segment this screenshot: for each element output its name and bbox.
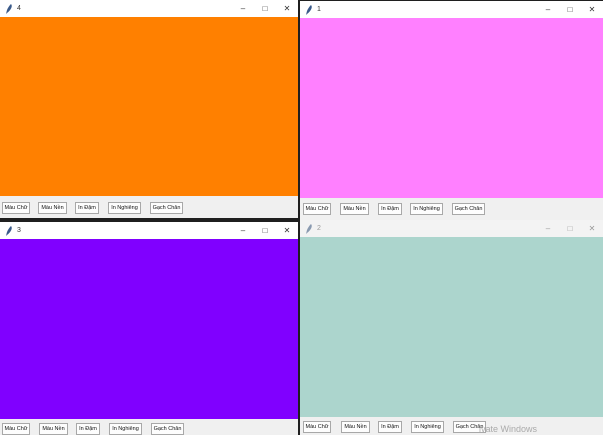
title-bar[interactable]: 4 – □ ✕ bbox=[0, 0, 298, 17]
text-color-button[interactable]: Màu Chữ bbox=[2, 423, 30, 435]
text-color-button[interactable]: Màu Chữ bbox=[303, 203, 331, 215]
minimize-button[interactable]: – bbox=[232, 0, 254, 17]
toolbar: Màu Chữ Màu Nền In Đậm In Nghiêng Gạch C… bbox=[0, 419, 298, 435]
feather-icon bbox=[306, 4, 312, 15]
close-button[interactable]: ✕ bbox=[276, 222, 298, 239]
underline-button[interactable]: Gạch Chân bbox=[150, 202, 183, 214]
minimize-icon: – bbox=[545, 5, 551, 14]
close-icon: ✕ bbox=[283, 226, 291, 235]
feather-icon bbox=[6, 225, 12, 236]
italic-button[interactable]: In Nghiêng bbox=[109, 423, 142, 435]
color-canvas bbox=[300, 18, 603, 198]
maximize-button[interactable]: □ bbox=[559, 220, 581, 237]
toolbar: Màu Chữ Màu Nền In Đậm In Nghiêng Gạch C… bbox=[0, 196, 298, 218]
close-icon: ✕ bbox=[283, 4, 291, 13]
underline-button[interactable]: Gạch Chân bbox=[452, 203, 485, 215]
maximize-button[interactable]: □ bbox=[254, 222, 276, 239]
bg-color-button[interactable]: Màu Nền bbox=[39, 423, 68, 435]
maximize-icon: □ bbox=[567, 5, 573, 14]
color-canvas bbox=[300, 237, 603, 417]
italic-button[interactable]: In Nghiêng bbox=[108, 202, 141, 214]
toolbar: Màu Chữ Màu Nền In Đậm In Nghiêng Gạch C… bbox=[300, 417, 603, 435]
minimize-button[interactable]: – bbox=[537, 220, 559, 237]
feather-icon bbox=[6, 3, 12, 14]
text-color-button[interactable]: Màu Chữ bbox=[2, 202, 30, 214]
color-canvas bbox=[0, 17, 298, 196]
bg-color-button[interactable]: Màu Nền bbox=[341, 421, 370, 433]
window-title: 4 bbox=[17, 5, 21, 12]
italic-button[interactable]: In Nghiêng bbox=[410, 203, 443, 215]
maximize-icon: □ bbox=[262, 226, 268, 235]
title-bar[interactable]: 3 – □ ✕ bbox=[0, 222, 298, 239]
window-2: 2 – □ ✕ Màu Chữ Màu Nền In Đậm In Nghiên… bbox=[300, 220, 603, 435]
close-button[interactable]: ✕ bbox=[581, 1, 603, 18]
window-4: 4 – □ ✕ Màu Chữ Màu Nền In Đậm In Nghiên… bbox=[0, 0, 298, 218]
bold-button[interactable]: In Đậm bbox=[76, 423, 100, 435]
maximize-icon: □ bbox=[262, 4, 268, 13]
window-title: 1 bbox=[317, 6, 321, 13]
title-bar[interactable]: 1 – □ ✕ bbox=[300, 1, 603, 18]
maximize-button[interactable]: □ bbox=[254, 0, 276, 17]
close-button[interactable]: ✕ bbox=[276, 0, 298, 17]
italic-button[interactable]: In Nghiêng bbox=[411, 421, 444, 433]
minimize-icon: – bbox=[240, 226, 246, 235]
minimize-icon: – bbox=[240, 4, 246, 13]
bold-button[interactable]: In Đậm bbox=[378, 203, 402, 215]
minimize-button[interactable]: – bbox=[232, 222, 254, 239]
close-icon: ✕ bbox=[588, 224, 596, 233]
bg-color-button[interactable]: Màu Nền bbox=[340, 203, 369, 215]
toolbar: Màu Chữ Màu Nền In Đậm In Nghiêng Gạch C… bbox=[300, 198, 603, 220]
bg-color-button[interactable]: Màu Nền bbox=[38, 202, 67, 214]
close-button[interactable]: ✕ bbox=[581, 220, 603, 237]
window-title: 2 bbox=[317, 225, 321, 232]
activate-windows-watermark: ivate Windows bbox=[479, 424, 538, 434]
color-canvas bbox=[0, 239, 298, 419]
title-bar[interactable]: 2 – □ ✕ bbox=[300, 220, 603, 237]
window-1: 1 – □ ✕ Màu Chữ Màu Nền In Đậm In Nghiên… bbox=[300, 1, 603, 220]
text-color-button[interactable]: Màu Chữ bbox=[303, 421, 331, 433]
bold-button[interactable]: In Đậm bbox=[378, 421, 402, 433]
maximize-button[interactable]: □ bbox=[559, 1, 581, 18]
minimize-button[interactable]: – bbox=[537, 1, 559, 18]
maximize-icon: □ bbox=[567, 224, 573, 233]
window-3: 3 – □ ✕ Màu Chữ Màu Nền In Đậm In Nghiên… bbox=[0, 222, 298, 435]
window-title: 3 bbox=[17, 227, 21, 234]
bold-button[interactable]: In Đậm bbox=[75, 202, 99, 214]
minimize-icon: – bbox=[545, 224, 551, 233]
feather-icon bbox=[306, 223, 312, 234]
close-icon: ✕ bbox=[588, 5, 596, 14]
underline-button[interactable]: Gạch Chân bbox=[151, 423, 184, 435]
